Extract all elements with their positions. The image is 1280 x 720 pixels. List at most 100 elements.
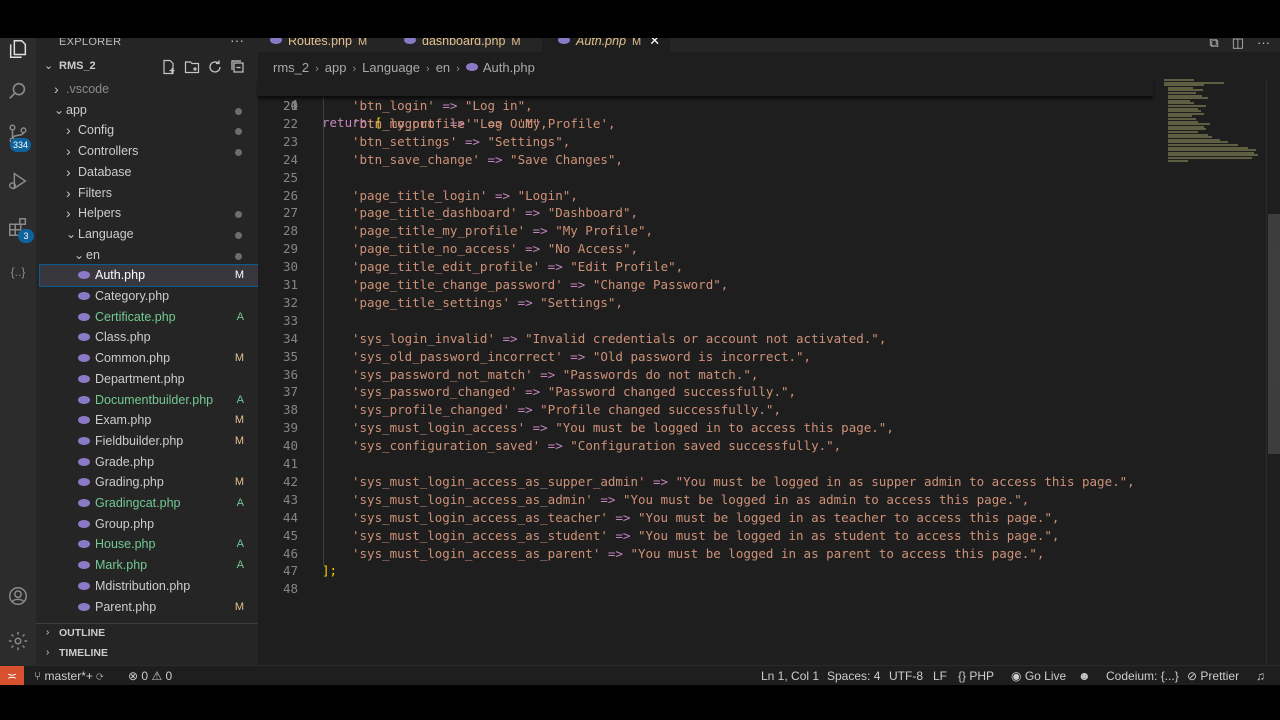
json-braces-icon[interactable]: {..} (6, 260, 30, 284)
run-debug-icon[interactable] (6, 170, 30, 194)
file-item[interactable]: House.php A (40, 534, 258, 555)
notifications-bell-icon[interactable]: ♫ (1256, 666, 1265, 685)
array-value: "Old password is incorrect.", (592, 348, 812, 364)
vertical-scrollbar[interactable] (1268, 214, 1280, 454)
settings-gear-icon[interactable] (6, 630, 30, 654)
array-key: 'sys_must_login_access' (352, 420, 526, 436)
tab-dashboard[interactable]: dashboard.php M (404, 38, 521, 52)
line-number: 43 (282, 491, 298, 507)
outline-section[interactable]: › OUTLINE (36, 623, 258, 643)
tab-routes[interactable]: Routes.php M (270, 38, 367, 52)
split-editor-icon[interactable]: ◫ (1232, 38, 1244, 51)
file-item[interactable]: Department.php (40, 369, 258, 390)
line-number: 4 (290, 97, 298, 112)
array-key: 'sys_must_login_access_as_parent' (352, 545, 601, 561)
encoding[interactable]: UTF-8 (889, 666, 923, 685)
modified-dot (235, 149, 242, 157)
file-item[interactable]: Common.php M (40, 348, 258, 369)
explorer-icon[interactable] (6, 38, 30, 62)
new-file-icon[interactable] (161, 59, 177, 75)
folder-item[interactable]: › Database (40, 162, 258, 183)
git-status-badge: M (234, 414, 244, 427)
tree-item-label: Helpers (78, 206, 122, 221)
account-icon[interactable] (6, 585, 30, 609)
copilot-icon[interactable]: ☻ (1078, 666, 1091, 685)
folder-item[interactable]: ⌄ app (40, 100, 258, 121)
file-item[interactable]: Mdistribution.php (40, 576, 258, 597)
folder-item[interactable]: ⌄ Language (40, 224, 258, 245)
file-item[interactable]: Class.php (40, 327, 258, 348)
search-icon[interactable] (6, 80, 30, 104)
file-item[interactable]: Group.php (40, 514, 258, 535)
file-item[interactable]: Mark.php A (40, 555, 258, 576)
folder-item[interactable]: › Controllers (40, 141, 258, 162)
more-actions-icon[interactable]: ··· (1257, 38, 1270, 51)
breadcrumb-item[interactable]: app (325, 60, 347, 75)
explorer-sidebar: EXPLORER ··· ⌄ RMS_2 › .vscode ⌄ app › Config… (36, 38, 259, 665)
minimap[interactable] (1162, 79, 1262, 199)
refresh-icon[interactable] (207, 59, 223, 75)
file-item[interactable]: Gradingcat.php A (40, 493, 258, 514)
folder-item[interactable]: ⌄ en (40, 245, 258, 266)
file-item[interactable]: Exam.php M (40, 410, 258, 431)
code-line: 39 'sys_must_login_access' => "You must b… (258, 419, 1158, 437)
compare-icon[interactable]: ⧉ (1209, 38, 1218, 51)
code-editor[interactable]: 20 'btn_my_profile' => 'My Profile', 4 r… (258, 79, 1280, 665)
activity-bar: 334 3 {..} (0, 38, 36, 665)
codeium-status[interactable]: Codeium: {...} (1106, 666, 1179, 685)
folder-item[interactable]: › Config (40, 120, 258, 141)
array-key: 'sys_profile_changed' (352, 402, 511, 418)
file-item[interactable]: Category.php (40, 286, 258, 307)
collapse-all-icon[interactable] (230, 59, 246, 75)
arrow-operator: => (495, 330, 526, 346)
array-key: 'sys_configuration_saved' (352, 438, 541, 454)
tree-item-label: Mdistribution.php (95, 578, 191, 593)
cursor-position[interactable]: Ln 1, Col 1 (761, 666, 819, 685)
file-item[interactable]: Grading.php M (40, 472, 258, 493)
line-number: 46 (282, 545, 298, 561)
php-file-icon (78, 374, 90, 383)
array-key: 'sys_must_login_access_as_teacher' (352, 509, 608, 525)
php-file-icon (78, 312, 90, 321)
branch-indicator[interactable]: ⑂ master*+ ⟳ (34, 666, 103, 685)
file-item[interactable]: Grade.php (40, 452, 258, 473)
prettier-status[interactable]: ⊘ Prettier (1187, 666, 1239, 685)
php-file-icon (78, 457, 90, 466)
go-live-button[interactable]: ◉ Go Live (1011, 666, 1066, 685)
problems-indicator[interactable]: ⊗ 0 ⚠ 0 (128, 666, 172, 685)
explorer-more-icon[interactable]: ··· (230, 38, 244, 48)
folder-item[interactable]: › Filters (40, 183, 258, 204)
timeline-section[interactable]: › TIMELINE (36, 644, 258, 664)
breadcrumb-item[interactable]: Language (362, 60, 420, 75)
file-item[interactable]: Parent.php M (40, 597, 258, 618)
breadcrumb-item[interactable]: Auth.php (483, 60, 535, 75)
project-root[interactable]: ⌄ RMS_2 (36, 57, 258, 79)
array-value: "Configuration saved successfully.", (570, 438, 842, 454)
new-folder-icon[interactable] (184, 59, 200, 75)
chevron-right-icon: › (66, 205, 71, 222)
close-tab-icon[interactable]: ✕ (649, 38, 660, 48)
line-number: 33 (282, 312, 298, 328)
remote-icon[interactable]: ≍ (0, 666, 24, 685)
language-mode[interactable]: {} PHP (958, 666, 994, 685)
code-line: 35 'sys_old_password_incorrect' => "Old p… (258, 348, 1158, 366)
file-item[interactable]: Fieldbuilder.php M (40, 431, 258, 452)
tree-item-label: Filters (78, 185, 113, 200)
file-item[interactable]: Auth.php M (39, 264, 259, 288)
git-status-badge: M (234, 476, 244, 489)
tree-item-label: Exam.php (95, 413, 152, 428)
sticky-scroll-header[interactable]: 4 return [ (258, 79, 1153, 130)
code-line: 45'sys_must_login_access_as_student' => … (258, 527, 1158, 545)
end-of-line[interactable]: LF (933, 666, 947, 685)
folder-item[interactable]: › .vscode (40, 79, 258, 100)
git-branch-icon: ⑂ (34, 669, 42, 683)
breadcrumb-item[interactable]: rms_2 (273, 60, 309, 75)
arrow-operator: => (510, 402, 541, 418)
array-value: "You must be logged in to access this pa… (555, 420, 894, 436)
file-item[interactable]: Certificate.php A (40, 307, 258, 328)
breadcrumb-item[interactable]: en (436, 60, 450, 75)
indentation[interactable]: Spaces: 4 (827, 666, 880, 685)
file-item[interactable]: Documentbuilder.php A (40, 390, 258, 411)
folder-item[interactable]: › Helpers (40, 203, 258, 224)
tab-auth[interactable]: Auth.php M ✕ (542, 38, 671, 52)
